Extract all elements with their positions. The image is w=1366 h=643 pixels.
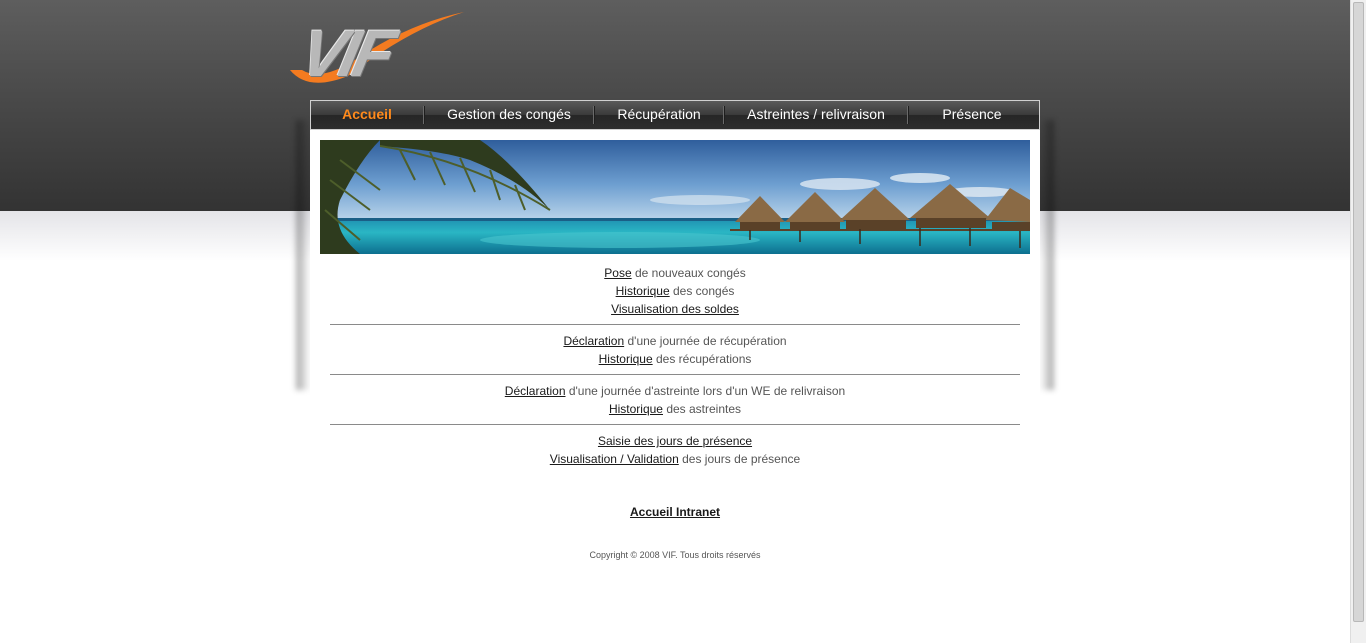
declaration-recuperation-link[interactable]: Déclaration xyxy=(563,334,624,348)
copyright-text: Copyright © 2008 VIF. Tous droits réserv… xyxy=(589,550,761,560)
recup-historique-line: Historique des récupérations xyxy=(330,350,1020,368)
vertical-scrollbar[interactable] xyxy=(1350,0,1366,643)
declaration-recuperation-text: d'une journée de récupération xyxy=(624,334,787,348)
conges-historique-line: Historique des congés xyxy=(330,282,1020,300)
vif-logo[interactable]: VIF xyxy=(288,10,468,90)
historique-astreintes-link[interactable]: Historique xyxy=(609,402,663,416)
declaration-astreinte-link[interactable]: Déclaration xyxy=(505,384,566,398)
pose-conges-link[interactable]: Pose xyxy=(604,266,631,280)
intranet-footer: Accueil Intranet xyxy=(330,505,1020,519)
presence-saisie-line: Saisie des jours de présence xyxy=(330,432,1020,450)
visualisation-validation-link[interactable]: Visualisation / Validation xyxy=(550,452,679,466)
nav-gestion-conges[interactable]: Gestion des congés xyxy=(425,100,593,130)
historique-recuperations-text: des récupérations xyxy=(652,352,752,366)
pose-conges-text: de nouveaux congés xyxy=(631,266,746,280)
main-navigation: Accueil Gestion des congés Récupération … xyxy=(310,100,1040,130)
soldes-line: Visualisation des soldes xyxy=(330,300,1020,318)
astreinte-historique-line: Historique des astreintes xyxy=(330,400,1020,418)
visualisation-validation-text: des jours de présence xyxy=(678,452,801,466)
visualisation-soldes-link[interactable]: Visualisation des soldes xyxy=(611,302,739,316)
nav-presence[interactable]: Présence xyxy=(909,100,1035,130)
quick-links: Pose de nouveaux congés Historique des c… xyxy=(330,264,1020,468)
conges-pose-line: Pose de nouveaux congés xyxy=(330,264,1020,282)
declaration-astreinte-text: d'une journée d'astreinte lors d'un WE d… xyxy=(565,384,846,398)
nav-recuperation[interactable]: Récupération xyxy=(595,100,723,130)
section-divider xyxy=(330,324,1020,325)
scrollbar-thumb[interactable] xyxy=(1353,2,1364,622)
presence-visualisation-line: Visualisation / Validation des jours de … xyxy=(330,450,1020,468)
recup-declaration-line: Déclaration d'une journée de récupératio… xyxy=(330,332,1020,350)
nav-astreintes[interactable]: Astreintes / relivraison xyxy=(725,100,907,130)
saisie-presence-link[interactable]: Saisie des jours de présence xyxy=(598,434,752,448)
section-divider xyxy=(330,424,1020,425)
logo-text: VIF xyxy=(294,16,398,90)
nav-accueil[interactable]: Accueil xyxy=(311,100,423,130)
historique-recuperations-link[interactable]: Historique xyxy=(599,352,653,366)
section-divider xyxy=(330,374,1020,375)
historique-conges-text: des congés xyxy=(669,284,735,298)
astreinte-declaration-line: Déclaration d'une journée d'astreinte lo… xyxy=(330,382,1020,400)
historique-conges-link[interactable]: Historique xyxy=(616,284,670,298)
accueil-intranet-link[interactable]: Accueil Intranet xyxy=(630,505,720,519)
historique-astreintes-text: des astreintes xyxy=(662,402,742,416)
tropical-banner-image xyxy=(320,140,1030,254)
